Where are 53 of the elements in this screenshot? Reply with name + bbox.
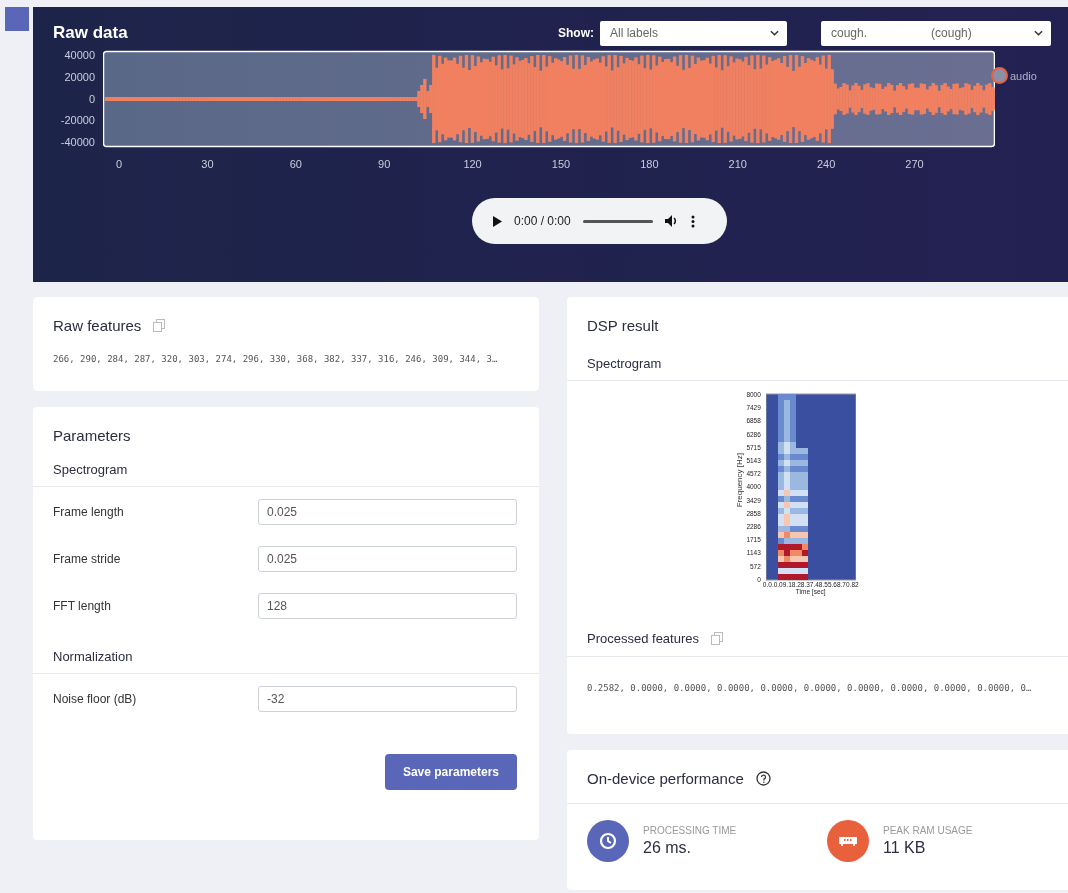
metric-label: PROCESSING TIME [643, 825, 737, 836]
axis-tick-label: 0 [88, 93, 95, 105]
section-title: Normalization [33, 649, 539, 674]
input-field[interactable]: 0.025 [258, 499, 517, 525]
more-options-icon[interactable] [690, 214, 695, 228]
axis-tick-label: 40000 [64, 50, 95, 61]
axis-tick-label: 150 [550, 158, 572, 170]
axis-tick-label: -40000 [60, 137, 95, 148]
card-title: DSP result [586, 317, 660, 334]
field-label: Frame stride [53, 552, 122, 566]
metric-value: 26 ms. [643, 839, 692, 857]
input-field[interactable]: -32 [258, 686, 517, 712]
axis-tick-label: 210 [727, 158, 748, 170]
card-title: On-device performance [587, 770, 744, 787]
volume-icon[interactable] [664, 215, 679, 227]
panel-title: Raw data [53, 23, 128, 43]
section-title: Spectrogram [33, 462, 539, 487]
playback-time: 0:00 / 0:00 [514, 214, 571, 228]
metric-label: PEAK RAM USAGE [883, 825, 973, 836]
legend-marker [991, 67, 1008, 84]
metric-value: 11 KB [883, 839, 927, 857]
caret-icon [1034, 30, 1043, 36]
input-field[interactable]: 128 [258, 593, 517, 619]
card-title: Raw features [53, 317, 142, 334]
save-button[interactable]: Save parameters [384, 754, 517, 790]
axis-tick-label: 30 [200, 158, 215, 170]
section-title: Spectrogram [567, 356, 1068, 381]
axis-tick-label: 180 [639, 158, 660, 170]
axis-tick-label: 240 [815, 158, 837, 170]
help-icon[interactable] [755, 771, 771, 786]
show-label: Show: [558, 26, 594, 40]
axis-tick-label: 20000 [64, 71, 95, 83]
sample-select[interactable]: cough. (cough) [821, 20, 1051, 46]
axis-tick-label: 60 [288, 158, 303, 170]
caret-icon [770, 30, 779, 36]
field-label: Frame length [53, 505, 125, 519]
label-filter-select[interactable]: All labels [600, 20, 787, 46]
progress-track[interactable] [582, 219, 653, 223]
field-label: FFT length [53, 599, 112, 613]
processed-features-values: 0.2582, 0.0000, 0.0000, 0.0000, 0.0000, 0.0000, 0.0000, 0.0000, 0.0000, 0.0000, 0… [586, 683, 1033, 693]
input-field[interactable]: 0.025 [258, 546, 517, 572]
axis-tick-label: 90 [377, 158, 392, 170]
legend-label: audio [1010, 69, 1037, 82]
section-title: Processed features [587, 631, 699, 646]
card-title: Parameters [52, 427, 132, 444]
axis-label: Frequency [Hz] [735, 453, 745, 508]
axis-tick-label: 0 [114, 158, 124, 170]
axis-tick-label: 120 [462, 158, 483, 170]
raw-features-values: 266, 290, 284, 287, 320, 303, 274, 296, 330, 368, 382, 337, 316, 246, 309, 344, 3… [53, 354, 499, 364]
axis-tick-label: -20000 [60, 115, 95, 127]
field-label: Noise floor (dB) [53, 692, 138, 706]
play-icon[interactable] [492, 215, 502, 227]
axis-tick-label: 270 [904, 158, 925, 170]
